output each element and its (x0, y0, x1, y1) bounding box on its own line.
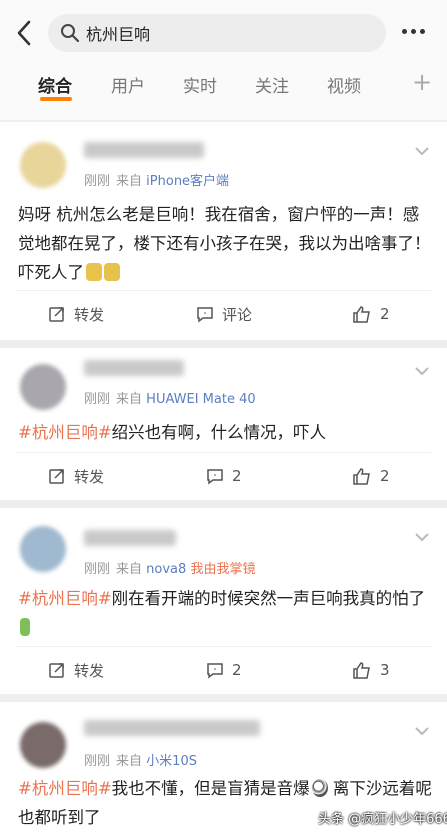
chevron-down-icon[interactable] (414, 366, 430, 376)
post-meta: 刚刚 来自 nova8 我由我掌镜 (84, 562, 256, 577)
post-meta: 刚刚 来自 iPhone客户端 (84, 174, 230, 189)
post-time: 刚刚 (84, 174, 111, 189)
comment-count: 2 (232, 661, 242, 679)
repost-label: 转发 (74, 661, 105, 680)
skull-emoji-icon (104, 263, 120, 281)
avatar[interactable] (20, 364, 66, 410)
soccer-ball-emoji-icon (311, 779, 328, 797)
tab-comprehensive[interactable]: 综合 (38, 72, 72, 97)
repost-button[interactable]: 转发 (48, 648, 104, 692)
post-text: 我也不懂，但是盲猜是音爆 (111, 779, 310, 798)
post-card[interactable]: 刚刚 来自 HUAWEI Mate 40 #杭州巨响#绍兴也有啊，什么情况，吓人 … (0, 348, 447, 500)
add-tab-icon[interactable]: + (412, 68, 432, 96)
post-text: 妈呀 杭州怎么老是巨响！我在宿舍，窗户怦的一声！感觉地都在晃了，楼下还有小孩子在… (18, 205, 431, 282)
post-actions: 转发 2 2 (0, 454, 447, 498)
repost-button[interactable]: 转发 (48, 454, 104, 498)
like-button[interactable]: 3 (352, 648, 390, 692)
tab-bar: 综合 用户 实时 关注 视频 + (0, 66, 447, 106)
like-button[interactable]: 2 (352, 292, 390, 336)
repost-label: 转发 (74, 467, 105, 486)
tab-users[interactable]: 用户 (111, 72, 145, 97)
post-time: 刚刚 (84, 754, 111, 769)
hashtag-link[interactable]: #杭州巨响# (18, 423, 112, 442)
post-source: nova8 (146, 562, 187, 577)
repost-icon (49, 307, 64, 322)
post-actions: 转发 评论 2 (0, 292, 447, 336)
repost-button[interactable]: 转发 (48, 292, 104, 336)
source-link[interactable]: 我由我掌镜 (190, 562, 255, 577)
search-input[interactable] (86, 19, 366, 47)
more-options-icon[interactable] (400, 22, 434, 42)
thumbs-up-icon (353, 662, 370, 679)
avatar[interactable] (20, 722, 66, 768)
post-source: iPhone客户端 (146, 174, 230, 189)
emoji-icon (20, 618, 30, 636)
like-button[interactable]: 2 (352, 454, 390, 498)
chevron-down-icon[interactable] (414, 146, 430, 156)
repost-icon (49, 469, 64, 484)
comment-button[interactable]: 评论 (196, 292, 252, 336)
comment-label: 评论 (222, 305, 253, 324)
post-source: HUAWEI Mate 40 (146, 392, 256, 407)
tab-realtime[interactable]: 实时 (183, 72, 217, 97)
post-actions: 转发 2 3 (0, 648, 447, 692)
comment-count: 2 (232, 467, 242, 485)
post-time: 刚刚 (84, 562, 111, 577)
comment-icon (197, 307, 213, 323)
thumbs-up-icon (353, 468, 370, 485)
tab-video[interactable]: 视频 (327, 72, 361, 97)
top-bar: 综合 用户 实时 关注 视频 + (0, 0, 447, 120)
divider (16, 646, 431, 647)
username-blurred[interactable] (84, 720, 260, 736)
like-count: 2 (380, 305, 390, 323)
username-blurred[interactable] (84, 530, 176, 546)
thumbs-up-icon (353, 306, 370, 323)
divider (16, 452, 431, 453)
post-card[interactable]: 刚刚 来自 iPhone客户端 妈呀 杭州怎么老是巨响！我在宿舍，窗户怦的一声！感… (0, 122, 447, 340)
post-content: 妈呀 杭州怎么老是巨响！我在宿舍，窗户怦的一声！感觉地都在晃了，楼下还有小孩子在… (18, 200, 432, 287)
back-arrow-icon[interactable] (12, 18, 38, 48)
skull-emoji-icon (86, 263, 102, 281)
avatar[interactable] (20, 526, 66, 572)
comment-button[interactable]: 2 (206, 454, 242, 498)
post-text: 刚在看开端的时候突然一声巨响我真的怕了 (111, 589, 426, 608)
post-content: #杭州巨响#刚在看开端的时候突然一声巨响我真的怕了 (18, 584, 432, 642)
post-meta: 刚刚 来自 小米10S (84, 754, 197, 769)
chevron-down-icon[interactable] (414, 532, 430, 542)
post-source: 小米10S (146, 754, 197, 769)
watermark: 头条 @疯狂小少年666 (318, 812, 447, 827)
comment-icon (207, 469, 223, 485)
post-time: 刚刚 (84, 392, 111, 407)
repost-label: 转发 (74, 305, 105, 324)
hashtag-link[interactable]: #杭州巨响# (18, 589, 112, 608)
comment-icon (207, 663, 223, 679)
search-bar[interactable] (48, 14, 386, 52)
post-card[interactable]: 刚刚 来自 nova8 我由我掌镜 #杭州巨响#刚在看开端的时候突然一声巨响我真的… (0, 508, 447, 694)
search-icon (61, 24, 80, 43)
username-blurred[interactable] (84, 360, 184, 376)
tab-following[interactable]: 关注 (255, 72, 289, 97)
post-text: 绍兴也有啊，什么情况，吓人 (111, 423, 327, 442)
post-content: #杭州巨响#绍兴也有啊，什么情况，吓人 (18, 418, 432, 447)
like-count: 2 (380, 467, 390, 485)
like-count: 3 (380, 661, 390, 679)
active-tab-indicator (40, 97, 72, 101)
comment-button[interactable]: 2 (206, 648, 242, 692)
avatar[interactable] (20, 142, 66, 188)
repost-icon (49, 663, 64, 678)
hashtag-link[interactable]: #杭州巨响# (18, 779, 112, 798)
post-meta: 刚刚 来自 HUAWEI Mate 40 (84, 392, 256, 407)
username-blurred[interactable] (84, 142, 204, 158)
divider (16, 290, 431, 291)
chevron-down-icon[interactable] (414, 726, 430, 736)
